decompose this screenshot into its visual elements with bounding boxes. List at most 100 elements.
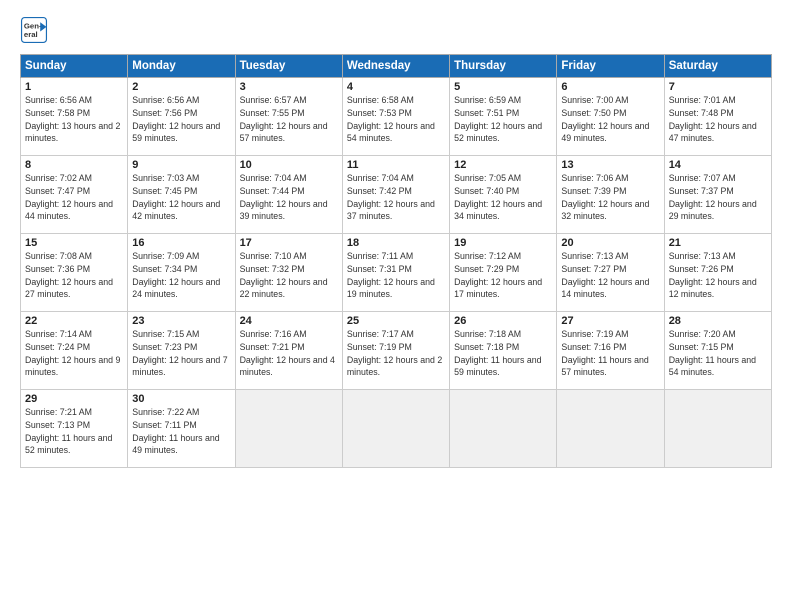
calendar-cell: 9Sunrise: 7:03 AMSunset: 7:45 PMDaylight… <box>128 156 235 234</box>
day-info: Sunrise: 7:13 AMSunset: 7:27 PMDaylight:… <box>561 250 659 301</box>
day-number: 5 <box>454 81 552 93</box>
day-number: 30 <box>132 393 230 405</box>
day-number: 13 <box>561 159 659 171</box>
day-info: Sunrise: 6:56 AMSunset: 7:56 PMDaylight:… <box>132 94 230 145</box>
calendar-cell: 5Sunrise: 6:59 AMSunset: 7:51 PMDaylight… <box>450 78 557 156</box>
calendar-cell: 17Sunrise: 7:10 AMSunset: 7:32 PMDayligh… <box>235 234 342 312</box>
calendar-cell: 4Sunrise: 6:58 AMSunset: 7:53 PMDaylight… <box>342 78 449 156</box>
day-number: 1 <box>25 81 123 93</box>
day-number: 8 <box>25 159 123 171</box>
day-info: Sunrise: 7:01 AMSunset: 7:48 PMDaylight:… <box>669 94 767 145</box>
day-number: 7 <box>669 81 767 93</box>
weekday-header-row: SundayMondayTuesdayWednesdayThursdayFrid… <box>21 55 772 78</box>
day-number: 9 <box>132 159 230 171</box>
day-info: Sunrise: 7:20 AMSunset: 7:15 PMDaylight:… <box>669 328 767 379</box>
weekday-header-monday: Monday <box>128 55 235 78</box>
day-number: 22 <box>25 315 123 327</box>
svg-text:Gen-: Gen- <box>24 21 42 30</box>
calendar-cell: 21Sunrise: 7:13 AMSunset: 7:26 PMDayligh… <box>664 234 771 312</box>
day-info: Sunrise: 7:14 AMSunset: 7:24 PMDaylight:… <box>25 328 123 379</box>
calendar-cell: 12Sunrise: 7:05 AMSunset: 7:40 PMDayligh… <box>450 156 557 234</box>
calendar-cell: 7Sunrise: 7:01 AMSunset: 7:48 PMDaylight… <box>664 78 771 156</box>
day-number: 18 <box>347 237 445 249</box>
day-info: Sunrise: 6:57 AMSunset: 7:55 PMDaylight:… <box>240 94 338 145</box>
day-number: 6 <box>561 81 659 93</box>
calendar-cell: 19Sunrise: 7:12 AMSunset: 7:29 PMDayligh… <box>450 234 557 312</box>
calendar-cell <box>664 390 771 468</box>
day-info: Sunrise: 7:12 AMSunset: 7:29 PMDaylight:… <box>454 250 552 301</box>
day-number: 29 <box>25 393 123 405</box>
logo: Gen- eral <box>20 16 52 44</box>
week-row-4: 22Sunrise: 7:14 AMSunset: 7:24 PMDayligh… <box>21 312 772 390</box>
page: Gen- eral SundayMondayTuesdayWednesdayTh… <box>0 0 792 478</box>
calendar-cell <box>450 390 557 468</box>
calendar-cell: 20Sunrise: 7:13 AMSunset: 7:27 PMDayligh… <box>557 234 664 312</box>
day-info: Sunrise: 6:59 AMSunset: 7:51 PMDaylight:… <box>454 94 552 145</box>
calendar-cell <box>557 390 664 468</box>
calendar-cell: 13Sunrise: 7:06 AMSunset: 7:39 PMDayligh… <box>557 156 664 234</box>
day-number: 24 <box>240 315 338 327</box>
week-row-3: 15Sunrise: 7:08 AMSunset: 7:36 PMDayligh… <box>21 234 772 312</box>
calendar-cell: 24Sunrise: 7:16 AMSunset: 7:21 PMDayligh… <box>235 312 342 390</box>
day-number: 16 <box>132 237 230 249</box>
calendar-cell <box>235 390 342 468</box>
day-info: Sunrise: 7:10 AMSunset: 7:32 PMDaylight:… <box>240 250 338 301</box>
day-number: 10 <box>240 159 338 171</box>
weekday-header-saturday: Saturday <box>664 55 771 78</box>
day-info: Sunrise: 7:03 AMSunset: 7:45 PMDaylight:… <box>132 172 230 223</box>
day-number: 26 <box>454 315 552 327</box>
day-number: 11 <box>347 159 445 171</box>
calendar-cell: 11Sunrise: 7:04 AMSunset: 7:42 PMDayligh… <box>342 156 449 234</box>
calendar-cell <box>342 390 449 468</box>
week-row-1: 1Sunrise: 6:56 AMSunset: 7:58 PMDaylight… <box>21 78 772 156</box>
calendar-cell: 26Sunrise: 7:18 AMSunset: 7:18 PMDayligh… <box>450 312 557 390</box>
calendar-cell: 23Sunrise: 7:15 AMSunset: 7:23 PMDayligh… <box>128 312 235 390</box>
day-info: Sunrise: 7:17 AMSunset: 7:19 PMDaylight:… <box>347 328 445 379</box>
day-info: Sunrise: 7:11 AMSunset: 7:31 PMDaylight:… <box>347 250 445 301</box>
day-number: 21 <box>669 237 767 249</box>
calendar-cell: 16Sunrise: 7:09 AMSunset: 7:34 PMDayligh… <box>128 234 235 312</box>
day-number: 25 <box>347 315 445 327</box>
week-row-5: 29Sunrise: 7:21 AMSunset: 7:13 PMDayligh… <box>21 390 772 468</box>
svg-text:eral: eral <box>24 30 38 39</box>
weekday-header-wednesday: Wednesday <box>342 55 449 78</box>
calendar-table: SundayMondayTuesdayWednesdayThursdayFrid… <box>20 54 772 468</box>
day-info: Sunrise: 7:02 AMSunset: 7:47 PMDaylight:… <box>25 172 123 223</box>
calendar-cell: 25Sunrise: 7:17 AMSunset: 7:19 PMDayligh… <box>342 312 449 390</box>
day-info: Sunrise: 7:13 AMSunset: 7:26 PMDaylight:… <box>669 250 767 301</box>
day-number: 27 <box>561 315 659 327</box>
day-info: Sunrise: 7:06 AMSunset: 7:39 PMDaylight:… <box>561 172 659 223</box>
calendar-cell: 3Sunrise: 6:57 AMSunset: 7:55 PMDaylight… <box>235 78 342 156</box>
day-number: 14 <box>669 159 767 171</box>
day-info: Sunrise: 7:15 AMSunset: 7:23 PMDaylight:… <box>132 328 230 379</box>
day-info: Sunrise: 7:08 AMSunset: 7:36 PMDaylight:… <box>25 250 123 301</box>
calendar-cell: 8Sunrise: 7:02 AMSunset: 7:47 PMDaylight… <box>21 156 128 234</box>
day-number: 17 <box>240 237 338 249</box>
calendar-cell: 18Sunrise: 7:11 AMSunset: 7:31 PMDayligh… <box>342 234 449 312</box>
weekday-header-friday: Friday <box>557 55 664 78</box>
day-info: Sunrise: 6:56 AMSunset: 7:58 PMDaylight:… <box>25 94 123 145</box>
weekday-header-sunday: Sunday <box>21 55 128 78</box>
day-info: Sunrise: 7:04 AMSunset: 7:42 PMDaylight:… <box>347 172 445 223</box>
logo-icon: Gen- eral <box>20 16 48 44</box>
calendar-cell: 28Sunrise: 7:20 AMSunset: 7:15 PMDayligh… <box>664 312 771 390</box>
day-info: Sunrise: 7:19 AMSunset: 7:16 PMDaylight:… <box>561 328 659 379</box>
day-info: Sunrise: 7:07 AMSunset: 7:37 PMDaylight:… <box>669 172 767 223</box>
day-number: 3 <box>240 81 338 93</box>
weekday-header-tuesday: Tuesday <box>235 55 342 78</box>
day-info: Sunrise: 7:00 AMSunset: 7:50 PMDaylight:… <box>561 94 659 145</box>
day-info: Sunrise: 7:09 AMSunset: 7:34 PMDaylight:… <box>132 250 230 301</box>
calendar-cell: 10Sunrise: 7:04 AMSunset: 7:44 PMDayligh… <box>235 156 342 234</box>
day-info: Sunrise: 6:58 AMSunset: 7:53 PMDaylight:… <box>347 94 445 145</box>
calendar-cell: 1Sunrise: 6:56 AMSunset: 7:58 PMDaylight… <box>21 78 128 156</box>
calendar-cell: 2Sunrise: 6:56 AMSunset: 7:56 PMDaylight… <box>128 78 235 156</box>
calendar-cell: 30Sunrise: 7:22 AMSunset: 7:11 PMDayligh… <box>128 390 235 468</box>
week-row-2: 8Sunrise: 7:02 AMSunset: 7:47 PMDaylight… <box>21 156 772 234</box>
day-number: 12 <box>454 159 552 171</box>
day-info: Sunrise: 7:21 AMSunset: 7:13 PMDaylight:… <box>25 406 123 457</box>
day-number: 20 <box>561 237 659 249</box>
header: Gen- eral <box>20 16 772 44</box>
day-number: 4 <box>347 81 445 93</box>
calendar-cell: 29Sunrise: 7:21 AMSunset: 7:13 PMDayligh… <box>21 390 128 468</box>
day-info: Sunrise: 7:18 AMSunset: 7:18 PMDaylight:… <box>454 328 552 379</box>
